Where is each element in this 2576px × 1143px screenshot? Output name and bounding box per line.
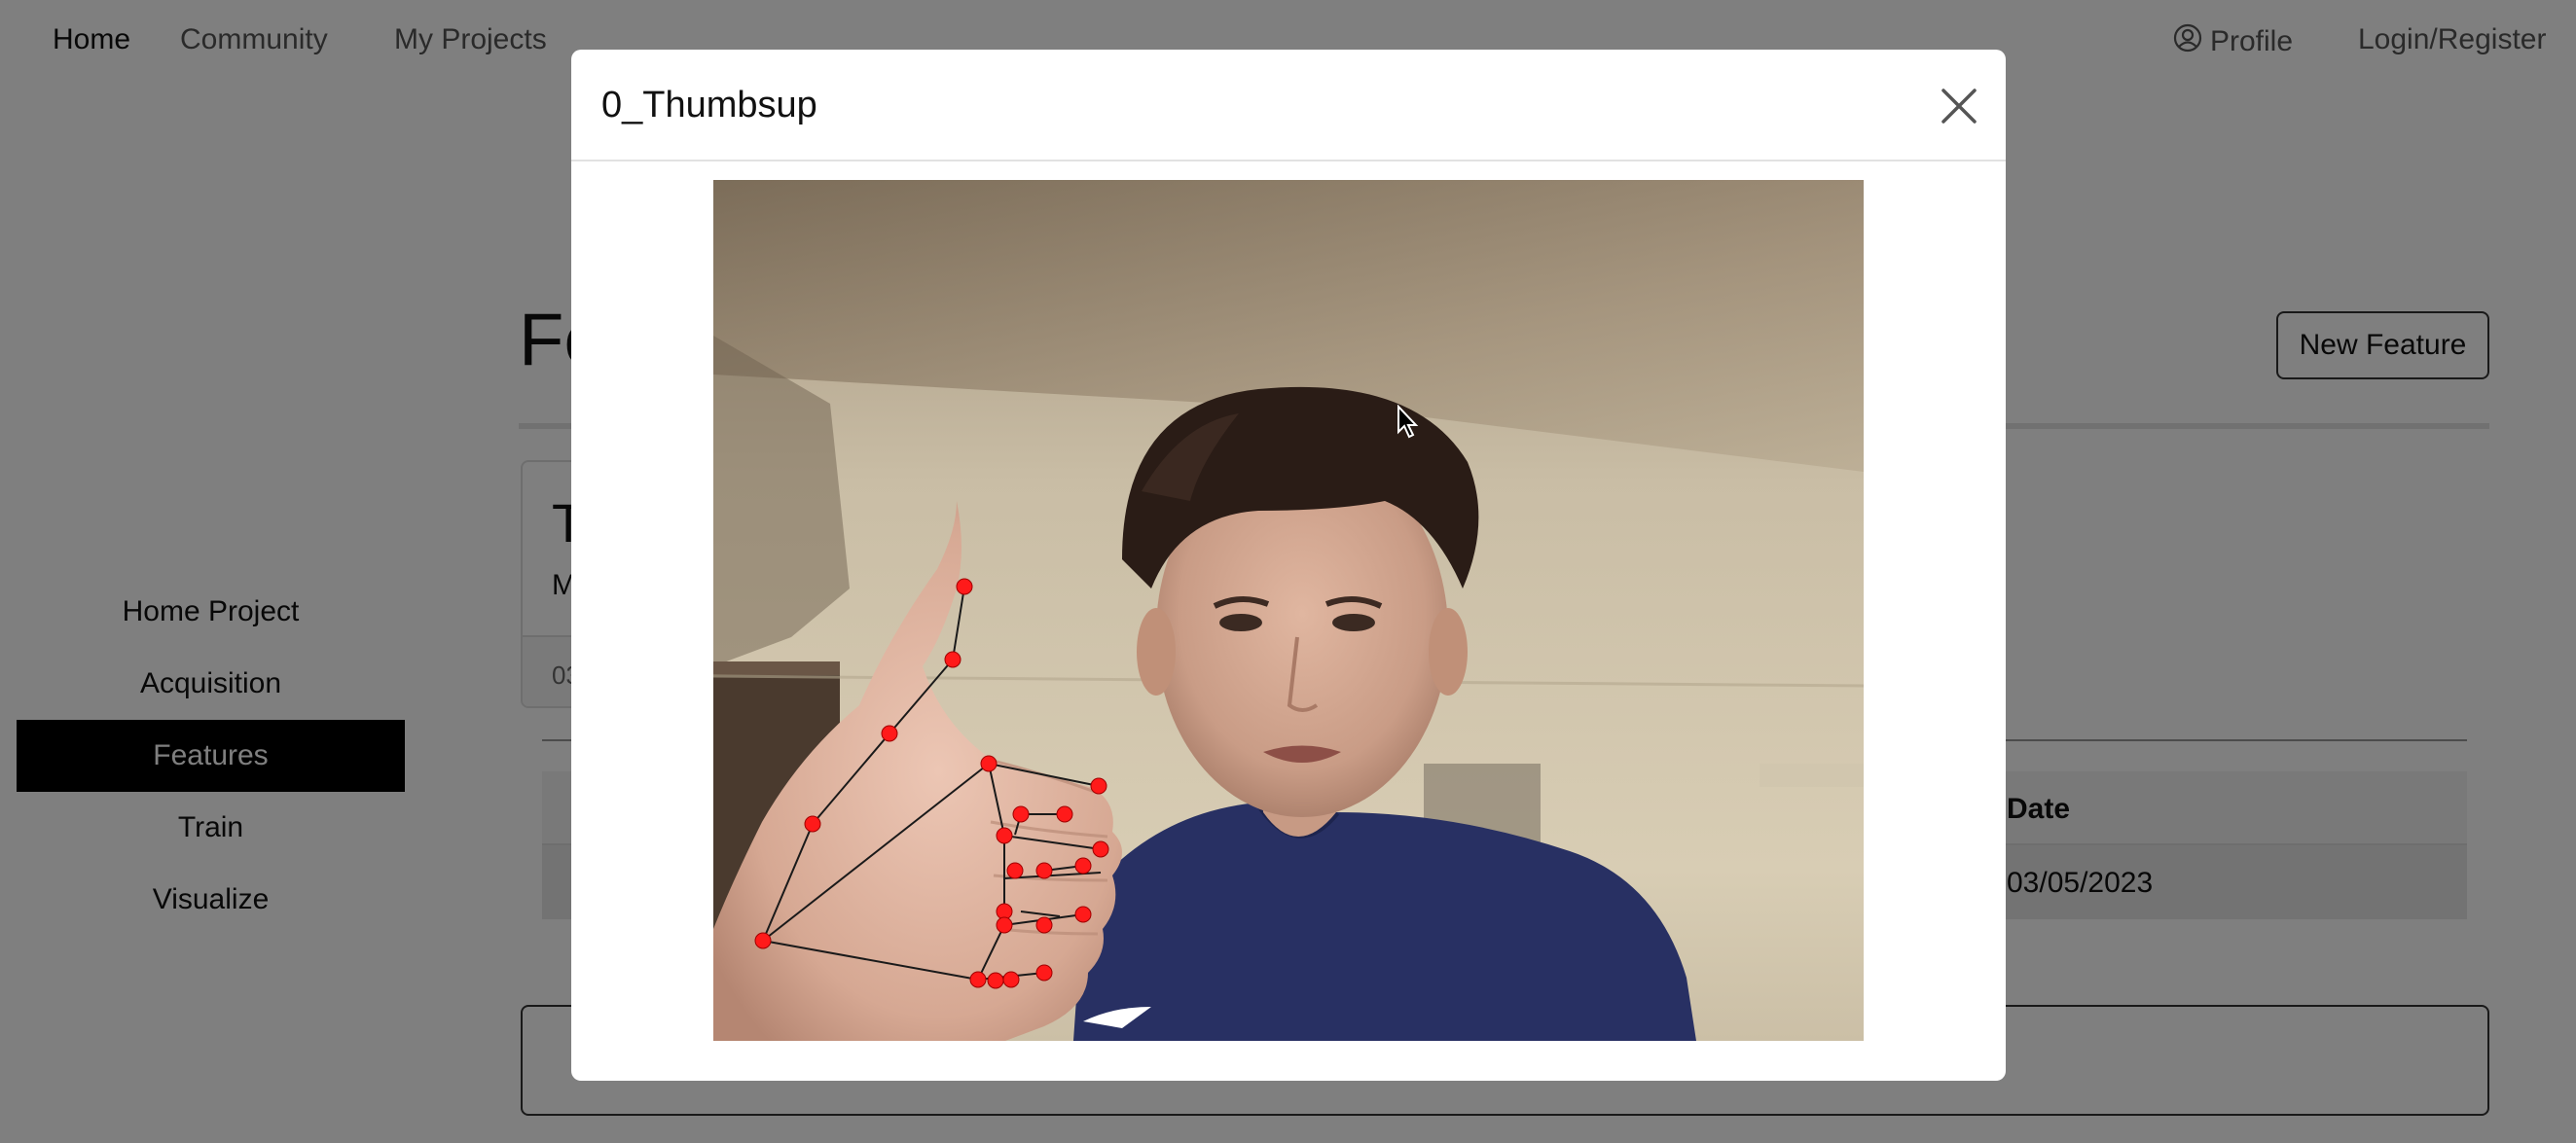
close-icon bbox=[1938, 89, 1980, 131]
mouse-pointer-icon bbox=[1397, 404, 1420, 440]
image-preview-modal: 0_Thumbsup bbox=[571, 50, 2006, 1081]
modal-title: 0_Thumbsup bbox=[601, 85, 817, 125]
modal-header: 0_Thumbsup bbox=[571, 50, 2006, 161]
hand-landmark-image bbox=[713, 180, 1864, 1041]
close-button[interactable] bbox=[1938, 85, 1980, 127]
